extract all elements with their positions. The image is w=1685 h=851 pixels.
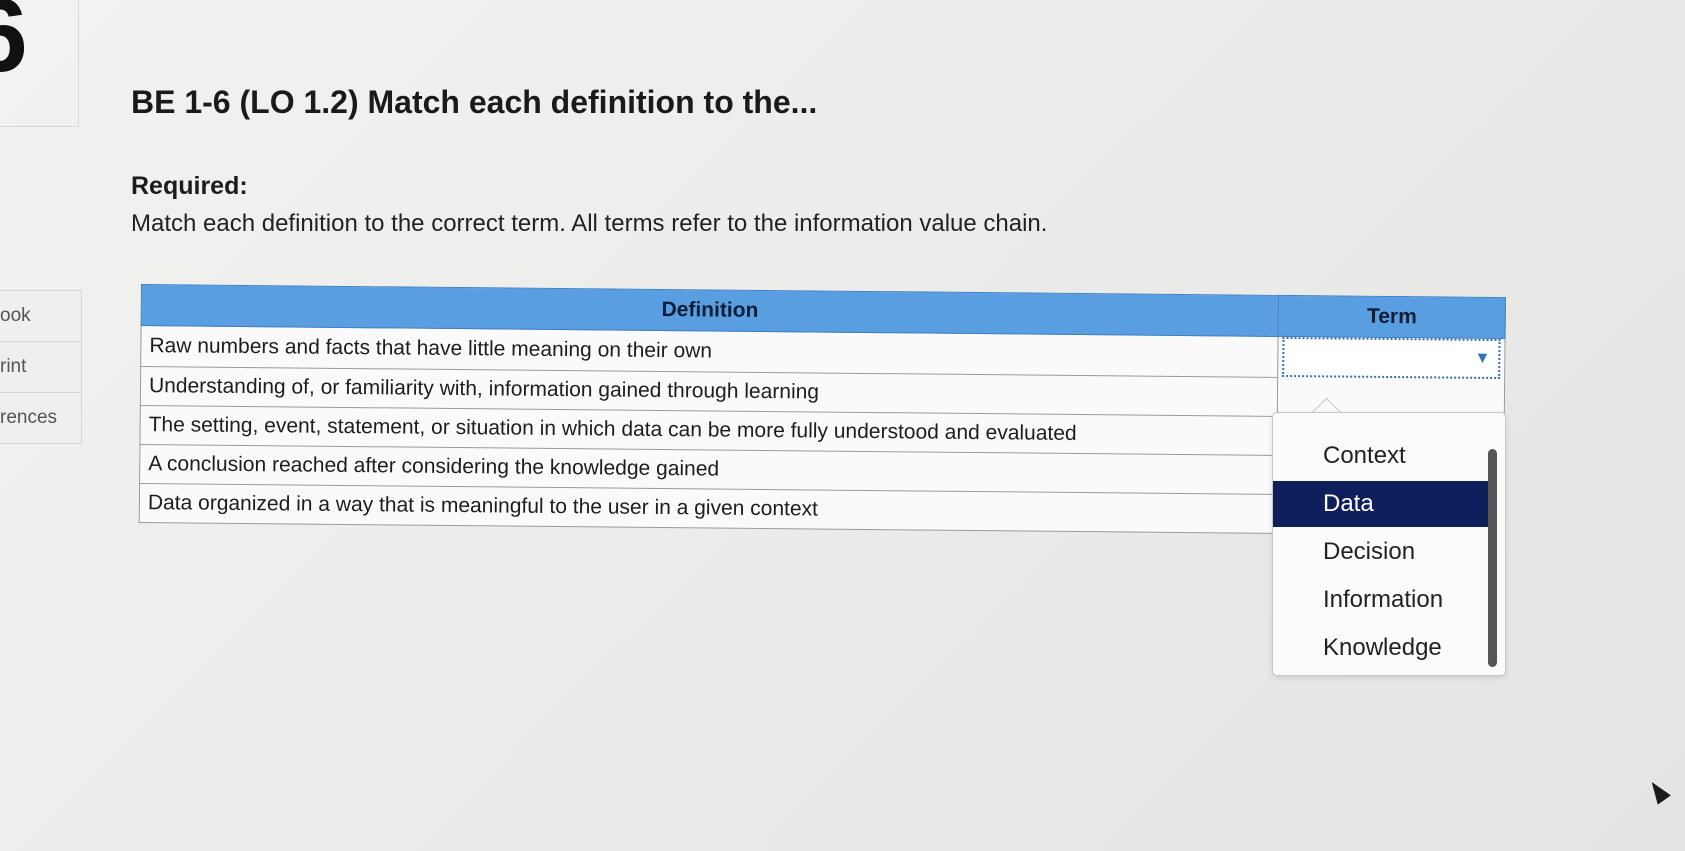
dropdown-scrollbar[interactable] — [1488, 449, 1497, 667]
required-heading: Required: — [131, 172, 248, 200]
term-cell: ▼ — [1278, 336, 1506, 380]
dropdown-option-data[interactable]: Data — [1273, 481, 1493, 527]
term-header: Term — [1278, 295, 1506, 339]
term-dropdown-menu: Context Data Decision Information Knowle… — [1272, 412, 1506, 676]
caret-down-icon[interactable]: ▼ — [1474, 350, 1490, 367]
side-nav-ebook[interactable]: ook — [0, 290, 82, 342]
side-nav-print[interactable]: rint — [0, 341, 82, 393]
cursor-icon — [1645, 777, 1671, 805]
dropdown-option-context[interactable]: Context — [1273, 433, 1493, 479]
dropdown-option-information[interactable]: Information — [1273, 577, 1493, 623]
side-nav: ook rint rences — [0, 290, 82, 444]
question-number-box: 6 — [0, 0, 79, 127]
dropdown-option-decision[interactable]: Decision — [1273, 529, 1493, 575]
term-select-dropdown[interactable]: ▼ — [1282, 336, 1501, 380]
side-nav-references[interactable]: rences — [0, 392, 82, 444]
question-title: BE 1-6 (LO 1.2) Match each definition to… — [131, 84, 818, 120]
dropdown-option-knowledge[interactable]: Knowledge — [1273, 625, 1493, 671]
question-number: 6 — [0, 0, 28, 88]
required-instructions: Match each definition to the correct ter… — [131, 210, 1048, 237]
